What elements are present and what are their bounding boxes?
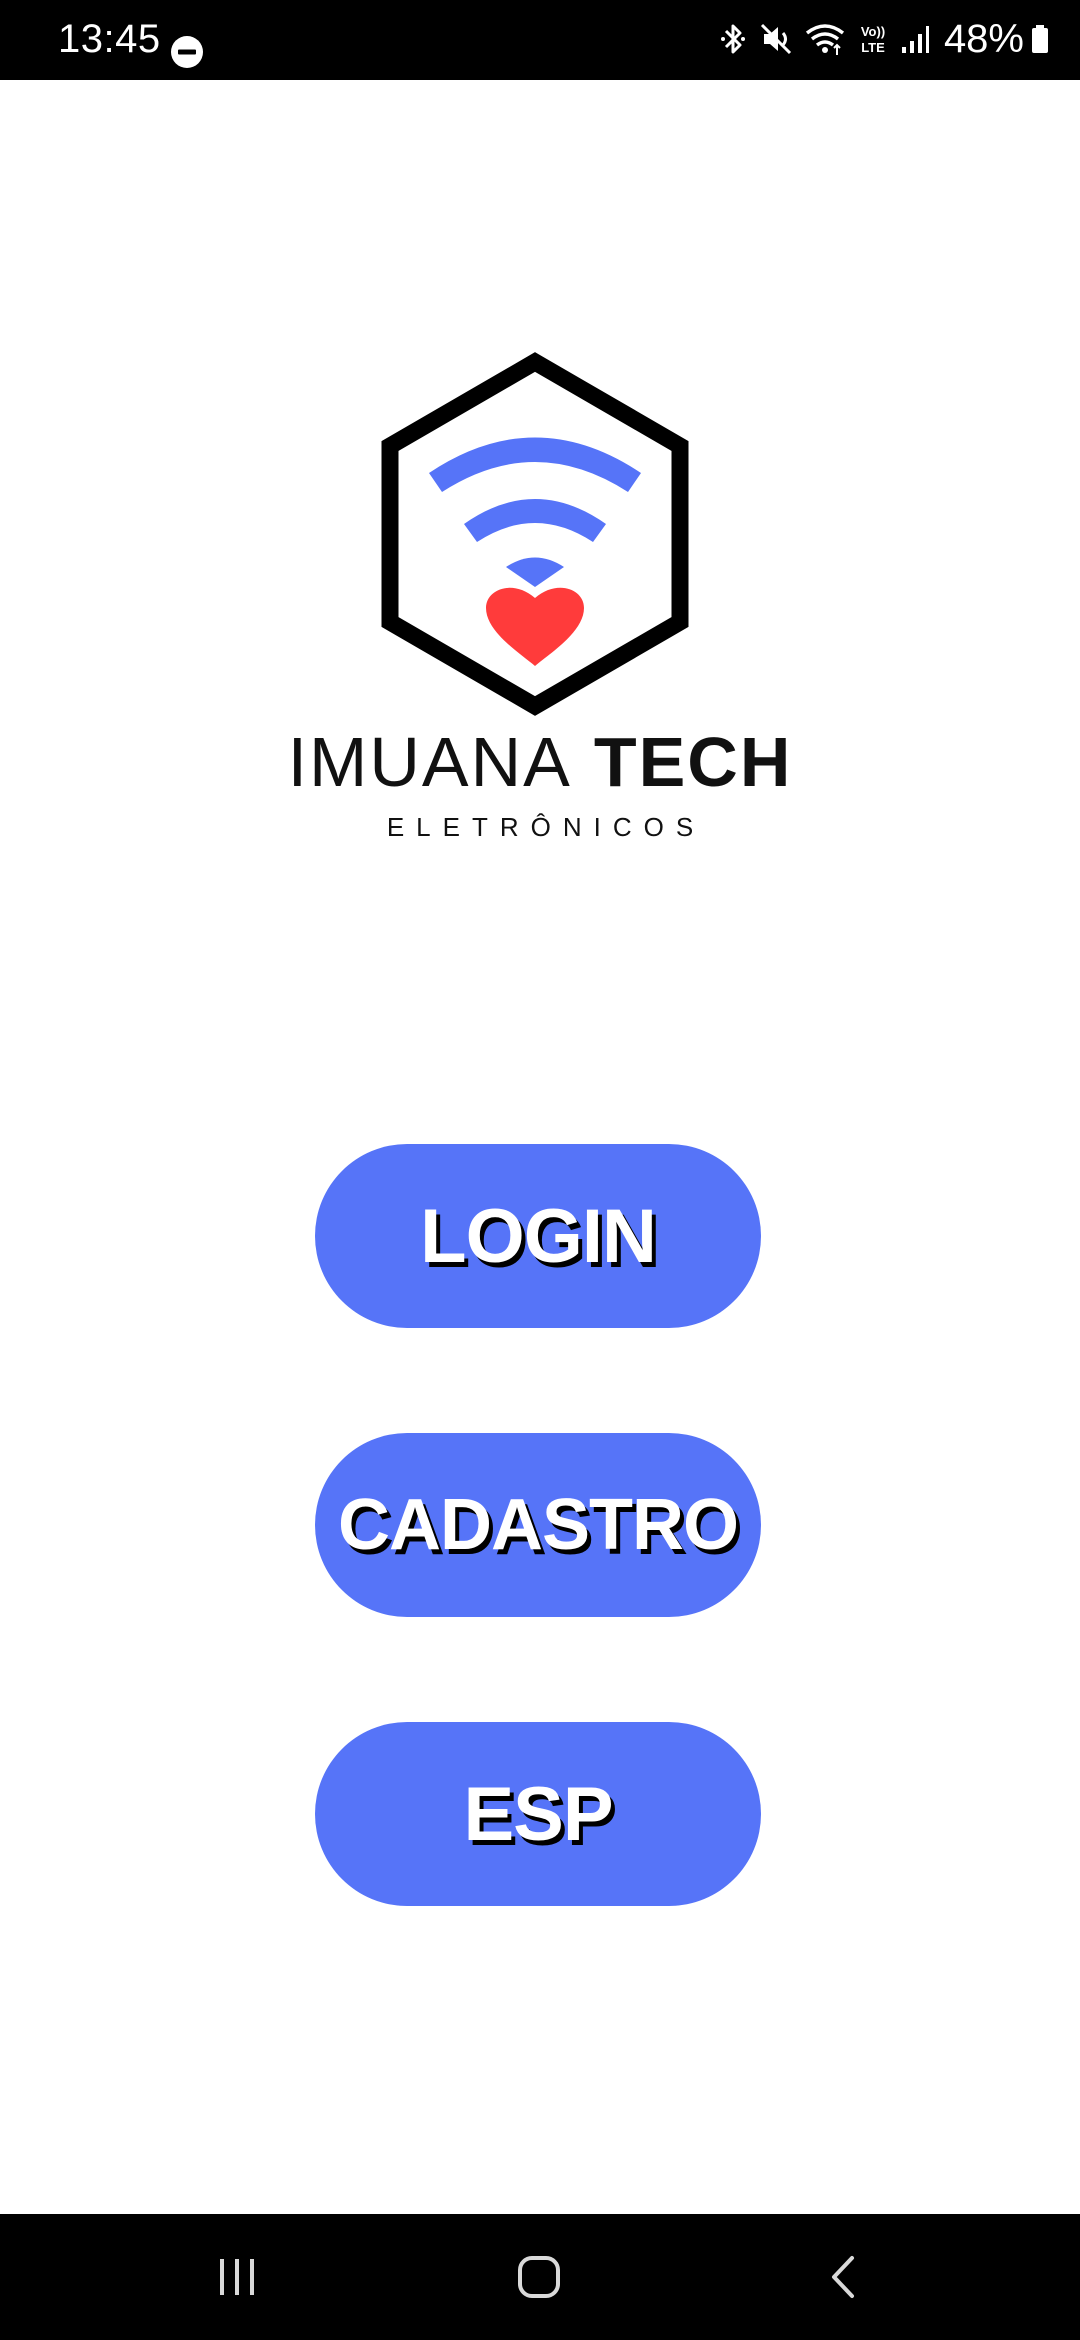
recents-icon bbox=[220, 2259, 254, 2295]
battery-percentage: 48% bbox=[943, 17, 1024, 61]
do-not-disturb-icon bbox=[171, 36, 203, 68]
cadastro-button[interactable]: CADASTRO bbox=[315, 1433, 761, 1617]
signal-icon bbox=[901, 26, 929, 53]
logo-subtitle: ELETRÔNICOS bbox=[386, 812, 706, 842]
logo-mark-icon bbox=[381, 352, 689, 716]
wifi-icon bbox=[805, 24, 845, 55]
status-bar: 13:45 Vo)) LTE 48% bbox=[0, 0, 1080, 80]
volte-top-text: Vo)) bbox=[861, 24, 885, 39]
home-icon bbox=[518, 2256, 560, 2298]
volte-bottom-text: LTE bbox=[861, 40, 885, 55]
logo-title: IMUANA TECH bbox=[0, 722, 1080, 802]
app-screen: 13:45 Vo)) LTE 48% IMUANA TECH ELETRÔNIC… bbox=[0, 0, 1080, 2340]
app-logo: IMUANA TECH ELETRÔNICOS bbox=[0, 350, 1080, 850]
back-button[interactable] bbox=[798, 2242, 888, 2312]
bluetooth-icon bbox=[720, 24, 745, 54]
logo-title-light: IMUANA bbox=[287, 723, 572, 801]
recents-button[interactable] bbox=[192, 2242, 282, 2312]
status-time: 13:45 bbox=[58, 17, 161, 61]
status-icons: Vo)) LTE 48% bbox=[718, 14, 1050, 64]
back-icon bbox=[832, 2256, 854, 2298]
mute-icon bbox=[760, 23, 791, 55]
navigation-bar bbox=[0, 2214, 1080, 2340]
login-button[interactable]: LOGIN bbox=[315, 1144, 761, 1328]
logo-title-bold: TECH bbox=[593, 723, 793, 801]
esp-button[interactable]: ESP bbox=[315, 1722, 761, 1906]
home-button[interactable] bbox=[494, 2242, 584, 2312]
volte-icon: Vo)) LTE bbox=[861, 24, 885, 55]
battery-icon bbox=[1032, 25, 1048, 53]
